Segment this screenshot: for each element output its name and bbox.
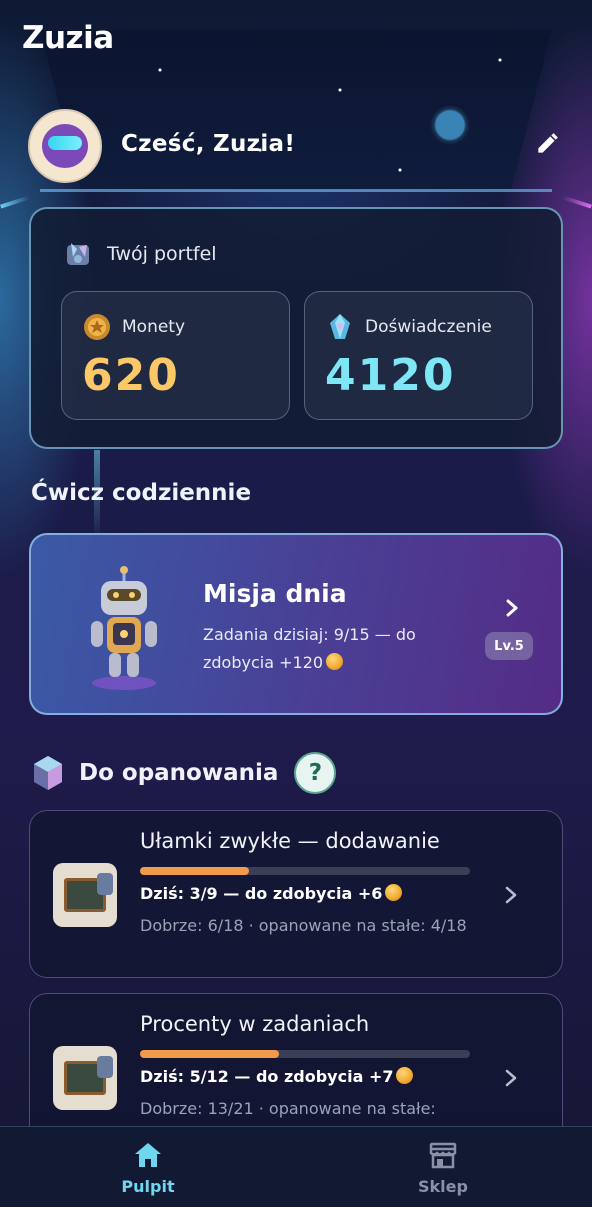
avatar[interactable] <box>28 109 102 183</box>
topic-card[interactable]: Ułamki zwykłe — dodawanie Dziś: 3/9 — do… <box>29 810 563 978</box>
nav-item-dashboard[interactable]: Pulpit <box>88 1141 208 1196</box>
light-beam-right <box>562 195 592 209</box>
coin-icon <box>326 653 344 670</box>
crystal-cube-icon <box>34 756 62 790</box>
topic-progress-fill <box>140 1050 279 1058</box>
coins-label: Monety <box>122 317 186 337</box>
robot-icon <box>91 566 157 690</box>
wallet-card: Twój portfel Monety 620 Doświadczenie 41… <box>29 207 563 449</box>
wallet-crystal-icon <box>67 243 89 265</box>
greeting-row: Cześć, Zuzia! <box>28 109 568 183</box>
chevron-right-icon[interactable] <box>504 1068 518 1088</box>
topic-today-text: Dziś: 5/12 — do zdobycia +7 <box>140 1067 394 1086</box>
help-button[interactable]: ? <box>294 752 337 794</box>
experience-label: Doświadczenie <box>365 317 492 337</box>
topic-today: Dziś: 5/12 — do zdobycia +7 <box>140 1067 414 1086</box>
coin-icon <box>84 314 110 340</box>
topic-title: Ułamki zwykłe — dodawanie <box>140 829 440 853</box>
topic-today: Dziś: 3/9 — do zdobycia +6 <box>140 884 403 903</box>
topic-title: Procenty w zadaniach <box>140 1012 370 1036</box>
chevron-right-icon[interactable] <box>503 597 521 619</box>
daily-section-title: Ćwicz codziennie <box>31 480 252 506</box>
topic-thumbnail <box>53 863 117 927</box>
mission-title: Misja dnia <box>203 579 347 608</box>
nav-label-shop: Sklep <box>418 1177 468 1196</box>
robot-avatar-icon <box>42 124 88 168</box>
mission-description: Zadania dzisiaj: 9/15 — do zdobycia +120 <box>203 621 463 677</box>
wallet-title: Twój portfel <box>107 243 217 265</box>
store-icon <box>429 1142 457 1169</box>
topic-stats: Dobrze: 6/18 · opanowane na stałe: 4/18 <box>140 916 467 935</box>
coins-value: 620 <box>82 350 180 401</box>
topic-today-text: Dziś: 3/9 — do zdobycia +6 <box>140 884 383 903</box>
coin-icon <box>385 884 403 901</box>
topic-stats: Dobrze: 13/21 · opanowane na stałe: <box>140 1099 436 1118</box>
light-beam-left <box>0 195 30 209</box>
app-title: Zuzia <box>22 20 114 56</box>
coin-icon <box>396 1067 414 1084</box>
level-badge: Lv.5 <box>485 632 533 660</box>
mastery-header: Do opanowania ? <box>31 752 337 794</box>
chevron-right-icon[interactable] <box>504 885 518 905</box>
mission-description-text: Zadania dzisiaj: 9/15 — do zdobycia +120 <box>203 625 416 672</box>
coins-stat: Monety 620 <box>61 291 290 420</box>
wallet-header: Twój portfel <box>63 239 217 269</box>
crystal-icon <box>330 314 350 339</box>
bottom-nav: Pulpit Sklep <box>0 1126 592 1207</box>
topic-progress-bar <box>140 867 470 875</box>
pencil-icon[interactable] <box>534 131 560 157</box>
daily-mission-card[interactable]: Misja dnia Zadania dzisiaj: 9/15 — do zd… <box>29 533 563 715</box>
topic-progress-bar <box>140 1050 470 1058</box>
nav-item-shop[interactable]: Sklep <box>383 1141 503 1196</box>
experience-value: 4120 <box>325 350 456 401</box>
topic-thumbnail <box>53 1046 117 1110</box>
experience-stat: Doświadczenie 4120 <box>304 291 533 420</box>
mastery-section-title: Do opanowania <box>79 760 279 786</box>
nav-label-dashboard: Pulpit <box>121 1177 175 1196</box>
home-icon <box>135 1143 161 1167</box>
greeting-text: Cześć, Zuzia! <box>121 131 296 157</box>
topic-progress-fill <box>140 867 249 875</box>
